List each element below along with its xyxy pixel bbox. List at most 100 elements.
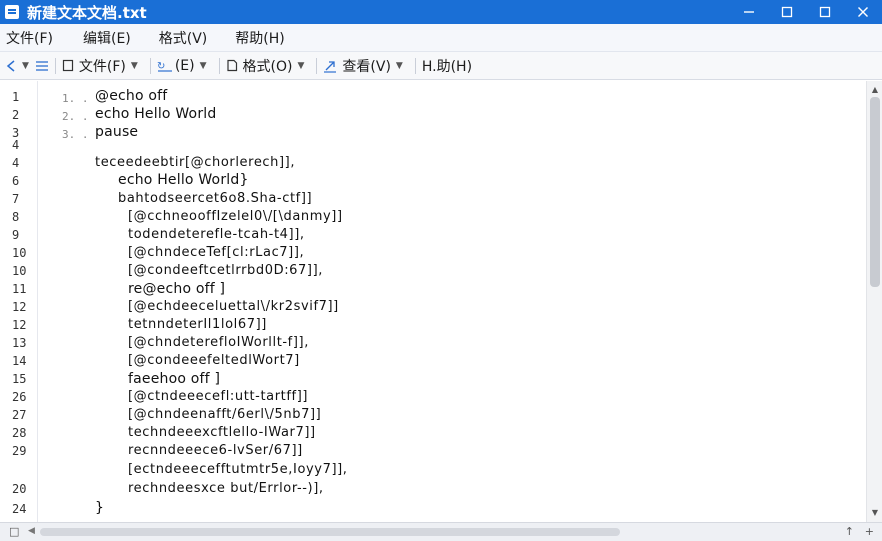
chevron-down-icon: ▼ xyxy=(395,60,403,71)
toolbar-edit-label: (E) xyxy=(174,57,195,74)
back-arrow-icon xyxy=(6,59,15,72)
line-number: 27 xyxy=(12,408,27,422)
code-line: echo Hello World} xyxy=(118,172,249,188)
line-number: 9 xyxy=(12,228,20,242)
line-number: 1 xyxy=(12,90,20,104)
toolbar-help-label: H.助(H) xyxy=(421,58,473,75)
line-number: 26 xyxy=(12,390,27,404)
code-line: [ectndeeecefftutmtr5e,Ioyy7]], xyxy=(128,462,348,477)
code-line: [@chndeceTef[cl:rLac7]], xyxy=(128,245,305,260)
code-line: [@cchneooffIzelel0\/[\danmy]] xyxy=(128,209,343,224)
toolbar-divider xyxy=(414,57,416,74)
line-number: 12 xyxy=(12,300,27,314)
chevron-down-icon[interactable]: ▼ xyxy=(22,61,29,71)
toolbar-view-button[interactable]: 查看(V) ▼ xyxy=(323,56,408,76)
document-icon xyxy=(62,59,74,72)
horizontal-scrollbar-thumb[interactable] xyxy=(40,528,620,536)
scroll-up-arrow-icon[interactable]: ↑ xyxy=(845,525,854,538)
line-number: 13 xyxy=(12,336,27,350)
line-number: 14 xyxy=(12,354,27,368)
code-line: bahtodseercet6o8.Sha-ctf]] xyxy=(118,191,313,206)
code-line: teceedeebtir[@chorlerech]], xyxy=(95,155,296,170)
toolbar-help-button[interactable]: H.助(H) xyxy=(422,56,472,76)
inner-line-number: 3. . xyxy=(62,128,89,141)
code-line: faeehoo off ] xyxy=(128,371,221,387)
menu-bar: 文件(F) 编辑(E) 格式(V) 帮助(H) xyxy=(0,24,882,52)
code-line: [@condeeftcetlrrbd0D:67]], xyxy=(128,263,324,278)
restore-icon xyxy=(781,6,793,18)
line-number: 15 xyxy=(12,372,27,386)
close-button[interactable] xyxy=(844,0,882,24)
toolbar-divider xyxy=(218,57,220,74)
inner-line-number: 1. . xyxy=(62,92,89,105)
line-number: 10 xyxy=(12,264,27,278)
toolbar-format-label: 格式(O) xyxy=(242,58,293,75)
text-editor[interactable]: 1 2 3 4 4 6 7 8 9 10 10 11 12 12 13 14 1… xyxy=(0,81,866,522)
scroll-down-icon[interactable]: ▼ xyxy=(867,506,882,520)
menu-edit[interactable]: 编辑(E) xyxy=(78,28,136,48)
code-line: recnndeeece6-lvSer/67]] xyxy=(128,443,303,458)
line-number-gutter: 1 2 3 4 4 6 7 8 9 10 10 11 12 12 13 14 1… xyxy=(0,81,38,522)
close-icon xyxy=(858,7,868,17)
code-line: [@condeeefeltedlWort7] xyxy=(128,353,300,368)
toolbar: ▼ 文件(F) ▼ ↻ (E) ▼ 格式(O) ▼ 查看(V) ▼ H.助(H) xyxy=(0,52,882,80)
minimize-button[interactable] xyxy=(730,0,768,24)
code-line: echo Hello World xyxy=(95,106,217,122)
line-number: 6 xyxy=(12,174,20,188)
code-line: rechndeesxce but/Errlor--)], xyxy=(128,481,324,496)
line-number: 28 xyxy=(12,426,27,440)
chevron-down-icon: ▼ xyxy=(297,60,305,71)
page-icon xyxy=(226,59,237,72)
status-bar: □ ◀ ↑ + xyxy=(0,522,882,541)
inner-line-number: 2. . xyxy=(62,110,89,123)
scroll-left-icon[interactable]: ◀ xyxy=(28,526,35,536)
back-button[interactable] xyxy=(5,59,17,72)
toolbar-divider xyxy=(54,57,56,74)
code-line: [@chndeterefloIWorllt-f]], xyxy=(128,335,309,350)
line-number: 4 xyxy=(12,138,20,152)
restore-button[interactable] xyxy=(768,0,806,24)
toolbar-format-button[interactable]: 格式(O) ▼ xyxy=(226,56,311,76)
menu-help[interactable]: 帮助(H) xyxy=(230,28,289,48)
menu-file[interactable]: 文件(F) xyxy=(1,28,58,48)
line-number: 8 xyxy=(12,210,20,224)
line-number: 11 xyxy=(12,282,27,296)
line-number: 12 xyxy=(12,318,27,332)
maximize-icon xyxy=(819,6,831,18)
code-line: [@echdeeceluettal\/kr2svif7]] xyxy=(128,299,339,314)
line-number: 7 xyxy=(12,192,20,206)
minimize-icon xyxy=(744,11,754,13)
menu-format[interactable]: 格式(V) xyxy=(154,28,213,48)
toolbar-file-label: 文件(F) xyxy=(78,58,126,75)
toolbar-divider xyxy=(149,57,151,74)
edit-icon: ↻ xyxy=(157,61,172,72)
title-bar: 新建文本文档.txt xyxy=(0,0,882,24)
toolbar-edit-button[interactable]: ↻ (E) ▼ xyxy=(157,58,213,74)
add-icon[interactable]: + xyxy=(865,525,874,538)
chevron-down-icon: ▼ xyxy=(199,60,207,71)
line-number: 29 xyxy=(12,444,27,458)
code-line: todendeterefle-tcah-t4]], xyxy=(128,227,305,242)
code-line: tetnndeterIl1lol67]] xyxy=(128,317,267,332)
maximize-button[interactable] xyxy=(806,0,844,24)
window-title: 新建文本文档.txt xyxy=(27,3,147,22)
line-number: 24 xyxy=(12,502,27,516)
toolbar-divider xyxy=(316,57,318,74)
window-controls xyxy=(730,0,882,24)
view-icon xyxy=(324,60,337,73)
code-line: [@chndeenafft/6erl\/5nb7]] xyxy=(128,407,322,422)
toolbar-file-button[interactable]: 文件(F) ▼ xyxy=(62,56,144,76)
svg-text:↻: ↻ xyxy=(157,61,165,72)
line-number: 20 xyxy=(12,482,27,496)
chevron-down-icon: ▼ xyxy=(130,60,138,71)
list-menu-button[interactable] xyxy=(35,60,49,72)
line-number: 4 xyxy=(12,156,20,170)
notepad-icon xyxy=(5,5,19,19)
vertical-scrollbar[interactable]: ▲ ▼ xyxy=(866,81,882,522)
status-box-icon: □ xyxy=(9,525,20,538)
scrollbar-thumb[interactable] xyxy=(870,97,880,287)
code-line: @echo off xyxy=(95,88,168,104)
code-line: pause xyxy=(95,124,139,140)
line-number: 10 xyxy=(12,246,27,260)
scroll-up-icon[interactable]: ▲ xyxy=(867,83,882,97)
